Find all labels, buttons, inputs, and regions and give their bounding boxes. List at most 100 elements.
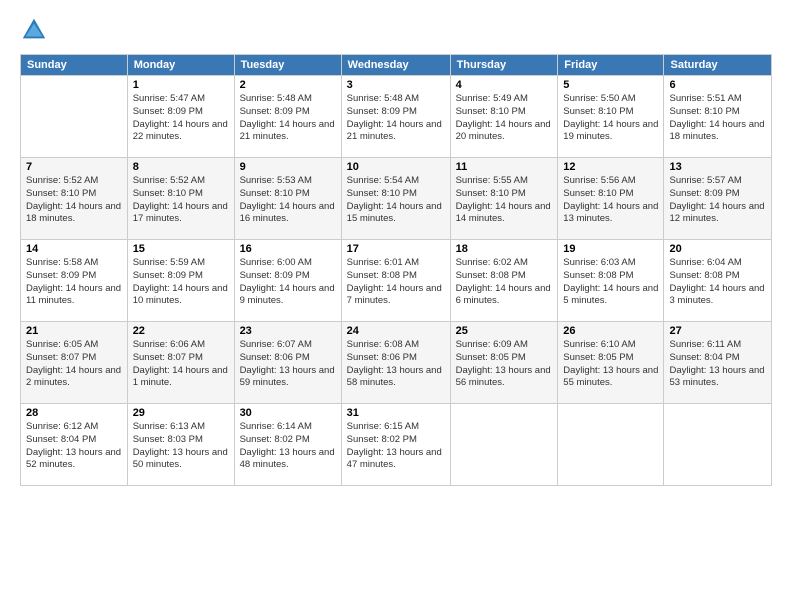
day-info: Sunrise: 6:07 AM Sunset: 8:06 PM Dayligh…: [240, 339, 336, 390]
header-day: Saturday: [664, 55, 772, 76]
header-day: Friday: [558, 55, 664, 76]
calendar-cell: 10Sunrise: 5:54 AM Sunset: 8:10 PM Dayli…: [341, 158, 450, 240]
logo-icon: [20, 16, 48, 44]
day-info: Sunrise: 6:01 AM Sunset: 8:08 PM Dayligh…: [347, 257, 445, 308]
calendar-cell: 21 Sunrise: 6:05 AM Sunset: 8:07 PM Dayli…: [21, 322, 128, 404]
calendar-cell: 11 Sunrise: 5:55 AM Sunset: 8:10 PM Dayli…: [450, 158, 558, 240]
calendar-cell: 30 Sunrise: 6:14 AM Sunset: 8:02 PM Dayli…: [234, 404, 341, 486]
day-number: 30: [240, 407, 336, 419]
day-info: Sunrise: 5:48 AM Sunset: 8:09 PM Dayligh…: [347, 93, 445, 144]
header: [20, 16, 772, 44]
day-number: 27: [669, 325, 766, 337]
calendar-table: SundayMondayTuesdayWednesdayThursdayFrid…: [20, 54, 772, 486]
calendar-cell: 14Sunrise: 5:58 AM Sunset: 8:09 PM Dayli…: [21, 240, 128, 322]
day-info: Sunrise: 5:55 AM Sunset: 8:10 PM Dayligh…: [456, 175, 553, 226]
day-number: 13: [669, 161, 766, 173]
day-number: 29: [133, 407, 229, 419]
day-number: 16: [240, 243, 336, 255]
day-number: 4: [456, 79, 553, 91]
header-day: Monday: [127, 55, 234, 76]
calendar-cell: [450, 404, 558, 486]
calendar-cell: 1 Sunrise: 5:47 AM Sunset: 8:09 PM Daylig…: [127, 76, 234, 158]
calendar-cell: 9 Sunrise: 5:53 AM Sunset: 8:10 PM Daylig…: [234, 158, 341, 240]
day-info: Sunrise: 5:54 AM Sunset: 8:10 PM Dayligh…: [347, 175, 445, 226]
header-day: Thursday: [450, 55, 558, 76]
calendar-cell: 28Sunrise: 6:12 AM Sunset: 8:04 PM Dayli…: [21, 404, 128, 486]
day-info: Sunrise: 5:47 AM Sunset: 8:09 PM Dayligh…: [133, 93, 229, 144]
day-info: Sunrise: 6:10 AM Sunset: 8:05 PM Dayligh…: [563, 339, 658, 390]
calendar-week-row: 14Sunrise: 5:58 AM Sunset: 8:09 PM Dayli…: [21, 240, 772, 322]
day-number: 25: [456, 325, 553, 337]
day-number: 17: [347, 243, 445, 255]
calendar-cell: 26 Sunrise: 6:10 AM Sunset: 8:05 PM Dayli…: [558, 322, 664, 404]
day-number: 3: [347, 79, 445, 91]
header-day: Tuesday: [234, 55, 341, 76]
day-info: Sunrise: 5:57 AM Sunset: 8:09 PM Dayligh…: [669, 175, 766, 226]
calendar-cell: 16 Sunrise: 6:00 AM Sunset: 8:09 PM Dayli…: [234, 240, 341, 322]
calendar-body: 1 Sunrise: 5:47 AM Sunset: 8:09 PM Daylig…: [21, 76, 772, 486]
header-row: SundayMondayTuesdayWednesdayThursdayFrid…: [21, 55, 772, 76]
day-number: 19: [563, 243, 658, 255]
day-info: Sunrise: 6:08 AM Sunset: 8:06 PM Dayligh…: [347, 339, 445, 390]
logo: [20, 16, 52, 44]
day-info: Sunrise: 6:13 AM Sunset: 8:03 PM Dayligh…: [133, 421, 229, 472]
calendar-cell: 12Sunrise: 5:56 AM Sunset: 8:10 PM Dayli…: [558, 158, 664, 240]
day-info: Sunrise: 5:48 AM Sunset: 8:09 PM Dayligh…: [240, 93, 336, 144]
calendar-cell: 27 Sunrise: 6:11 AM Sunset: 8:04 PM Dayli…: [664, 322, 772, 404]
day-info: Sunrise: 5:50 AM Sunset: 8:10 PM Dayligh…: [563, 93, 658, 144]
day-number: 31: [347, 407, 445, 419]
day-number: 26: [563, 325, 658, 337]
calendar-cell: 4 Sunrise: 5:49 AM Sunset: 8:10 PM Daylig…: [450, 76, 558, 158]
calendar-page: SundayMondayTuesdayWednesdayThursdayFrid…: [0, 0, 792, 612]
calendar-cell: 8 Sunrise: 5:52 AM Sunset: 8:10 PM Daylig…: [127, 158, 234, 240]
calendar-header: SundayMondayTuesdayWednesdayThursdayFrid…: [21, 55, 772, 76]
day-info: Sunrise: 6:09 AM Sunset: 8:05 PM Dayligh…: [456, 339, 553, 390]
calendar-cell: 5 Sunrise: 5:50 AM Sunset: 8:10 PM Daylig…: [558, 76, 664, 158]
day-number: 8: [133, 161, 229, 173]
day-number: 5: [563, 79, 658, 91]
day-number: 7: [26, 161, 122, 173]
calendar-cell: 29 Sunrise: 6:13 AM Sunset: 8:03 PM Dayli…: [127, 404, 234, 486]
day-info: Sunrise: 5:52 AM Sunset: 8:10 PM Dayligh…: [26, 175, 122, 226]
calendar-cell: 23Sunrise: 6:07 AM Sunset: 8:06 PM Dayli…: [234, 322, 341, 404]
header-day: Wednesday: [341, 55, 450, 76]
calendar-cell: 2 Sunrise: 5:48 AM Sunset: 8:09 PM Daylig…: [234, 76, 341, 158]
calendar-cell: 24 Sunrise: 6:08 AM Sunset: 8:06 PM Dayli…: [341, 322, 450, 404]
calendar-cell: 7 Sunrise: 5:52 AM Sunset: 8:10 PM Daylig…: [21, 158, 128, 240]
day-info: Sunrise: 6:00 AM Sunset: 8:09 PM Dayligh…: [240, 257, 336, 308]
day-info: Sunrise: 5:52 AM Sunset: 8:10 PM Dayligh…: [133, 175, 229, 226]
day-number: 15: [133, 243, 229, 255]
calendar-cell: 15 Sunrise: 5:59 AM Sunset: 8:09 PM Dayli…: [127, 240, 234, 322]
day-number: 14: [26, 243, 122, 255]
day-number: 28: [26, 407, 122, 419]
day-info: Sunrise: 5:53 AM Sunset: 8:10 PM Dayligh…: [240, 175, 336, 226]
day-number: 22: [133, 325, 229, 337]
day-info: Sunrise: 6:11 AM Sunset: 8:04 PM Dayligh…: [669, 339, 766, 390]
header-day: Sunday: [21, 55, 128, 76]
calendar-cell: 19 Sunrise: 6:03 AM Sunset: 8:08 PM Dayli…: [558, 240, 664, 322]
calendar-cell: 25 Sunrise: 6:09 AM Sunset: 8:05 PM Dayli…: [450, 322, 558, 404]
day-number: 9: [240, 161, 336, 173]
day-number: 1: [133, 79, 229, 91]
day-info: Sunrise: 6:15 AM Sunset: 8:02 PM Dayligh…: [347, 421, 445, 472]
day-number: 20: [669, 243, 766, 255]
calendar-week-row: 28Sunrise: 6:12 AM Sunset: 8:04 PM Dayli…: [21, 404, 772, 486]
day-number: 21: [26, 325, 122, 337]
day-info: Sunrise: 6:14 AM Sunset: 8:02 PM Dayligh…: [240, 421, 336, 472]
day-number: 18: [456, 243, 553, 255]
day-info: Sunrise: 5:59 AM Sunset: 8:09 PM Dayligh…: [133, 257, 229, 308]
calendar-week-row: 7 Sunrise: 5:52 AM Sunset: 8:10 PM Daylig…: [21, 158, 772, 240]
day-info: Sunrise: 6:04 AM Sunset: 8:08 PM Dayligh…: [669, 257, 766, 308]
day-info: Sunrise: 6:05 AM Sunset: 8:07 PM Dayligh…: [26, 339, 122, 390]
calendar-week-row: 1 Sunrise: 5:47 AM Sunset: 8:09 PM Daylig…: [21, 76, 772, 158]
day-number: 11: [456, 161, 553, 173]
day-info: Sunrise: 5:49 AM Sunset: 8:10 PM Dayligh…: [456, 93, 553, 144]
day-info: Sunrise: 6:02 AM Sunset: 8:08 PM Dayligh…: [456, 257, 553, 308]
day-number: 2: [240, 79, 336, 91]
day-info: Sunrise: 6:03 AM Sunset: 8:08 PM Dayligh…: [563, 257, 658, 308]
calendar-cell: 13 Sunrise: 5:57 AM Sunset: 8:09 PM Dayli…: [664, 158, 772, 240]
day-info: Sunrise: 5:51 AM Sunset: 8:10 PM Dayligh…: [669, 93, 766, 144]
day-info: Sunrise: 5:56 AM Sunset: 8:10 PM Dayligh…: [563, 175, 658, 226]
day-number: 24: [347, 325, 445, 337]
day-number: 6: [669, 79, 766, 91]
